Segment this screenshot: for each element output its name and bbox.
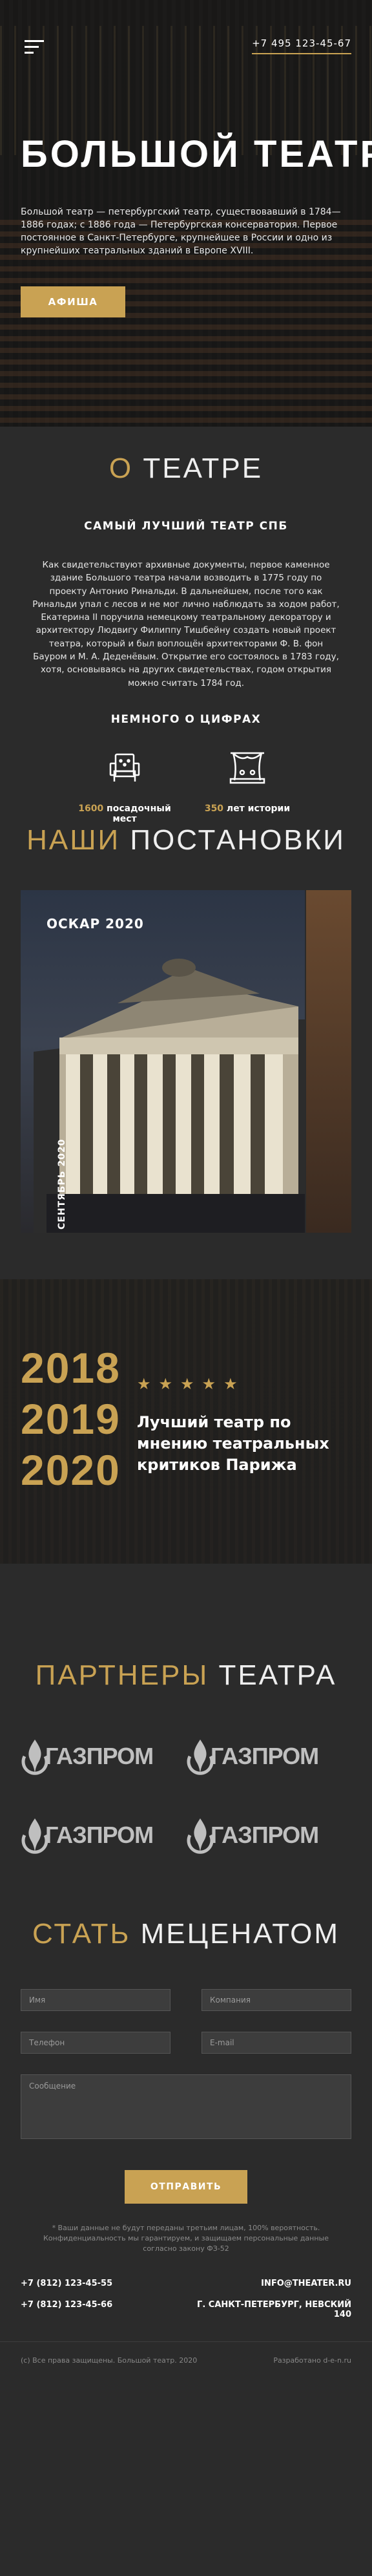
- stat-history-text: лет истории: [223, 803, 291, 814]
- award-year: 2018: [21, 1343, 121, 1392]
- rating-stars: ★★★★★: [137, 1374, 245, 1393]
- patron-title-accent: СТАТЬ: [32, 1917, 131, 1950]
- copyright: (c) Все права защищены. Большой театр. 2…: [21, 2356, 198, 2365]
- award-year: 2019: [21, 1394, 121, 1443]
- partner-logo[interactable]: ГАЗПРОМ: [21, 1816, 186, 1855]
- award-years: 2018 2019 2020: [21, 1343, 121, 1496]
- name-field[interactable]: Имя: [21, 1988, 170, 2011]
- about-title-rest: ТЕАТРЕ: [133, 452, 264, 484]
- developer-link[interactable]: Разработано d-e-n.ru: [273, 2356, 351, 2365]
- partner-logo[interactable]: ГАЗПРОМ: [186, 1816, 351, 1855]
- stats-row: 1600 посадочный мест 350 лет истории: [76, 748, 296, 824]
- productions-title-rest: ПОСТАНОВКИ: [120, 824, 346, 856]
- about-title-accent: О: [108, 452, 134, 484]
- partners-title-rest: ТЕАТРА: [209, 1659, 337, 1691]
- partners-title-accent: ПАРТНЕРЫ: [35, 1659, 209, 1691]
- partner-name: ГАЗПРОМ: [45, 1742, 154, 1769]
- about-title: О ТЕАТРЕ: [0, 452, 372, 485]
- contact-phone-2[interactable]: +7 (812) 123-45-66: [21, 2300, 186, 2319]
- partners-title: ПАРТНЕРЫ ТЕАТРА: [0, 1659, 372, 1692]
- stat-history-value: 350: [204, 803, 224, 814]
- contact-phone-1[interactable]: +7 (812) 123-45-55: [21, 2279, 186, 2288]
- contacts: +7 (812) 123-45-55 INFO@THEATER.RU +7 (8…: [21, 2279, 351, 2319]
- contact-address: Г. САНКТ-ПЕТЕРБУРГ, НЕВСКИЙ 140: [197, 2299, 351, 2319]
- productions-title: НАШИ ПОСТАНОВКИ: [0, 824, 372, 857]
- page-title: БОЛЬШОЙ ТЕАТР: [21, 133, 372, 175]
- menu-icon[interactable]: [25, 40, 44, 54]
- phone-field[interactable]: Телефон: [21, 2031, 170, 2054]
- patron-title: СТАТЬ МЕЦЕНАТОМ: [0, 1918, 372, 1950]
- privacy-disclaimer: * Ваши данные не будут переданы третьим …: [43, 2223, 329, 2253]
- partner-name: ГАЗПРОМ: [211, 1821, 319, 1848]
- partner-name: ГАЗПРОМ: [211, 1742, 319, 1769]
- stat-seats-value: 1600: [78, 803, 104, 814]
- next-production-card[interactable]: [306, 889, 351, 1233]
- about-section: О ТЕАТРЕ САМЫЙ ЛУЧШИЙ ТЕАТР СПБ Как свид…: [0, 427, 372, 857]
- patron-form: Имя Компания Телефон E-mail Сообщение ОТ…: [21, 1988, 351, 2254]
- header-phone-link[interactable]: +7 495 123-45-67: [252, 37, 351, 54]
- form-row: Телефон E-mail: [21, 2031, 351, 2054]
- partner-name: ГАЗПРОМ: [45, 1821, 154, 1848]
- afisha-button[interactable]: АФИША: [21, 286, 125, 317]
- partner-logo[interactable]: ГАЗПРОМ: [21, 1737, 186, 1776]
- company-field[interactable]: Компания: [202, 1988, 351, 2011]
- production-card-date: СЕНТЯБРЬ 2020: [57, 1138, 67, 1229]
- hero-section: +7 495 123-45-67 БОЛЬШОЙ ТЕАТР Большой т…: [0, 0, 372, 427]
- production-card[interactable]: ОСКАР 2020 СЕНТЯБРЬ 2020: [21, 889, 305, 1233]
- stage-icon: [229, 752, 265, 784]
- numbers-title: НЕМНОГО О ЦИФРАХ: [110, 712, 262, 726]
- form-row: Имя Компания: [21, 1988, 351, 2011]
- stat-history: 350 лет истории: [199, 748, 296, 824]
- about-text: Как свидетельствуют архивные документы, …: [32, 560, 340, 688]
- partners-grid: ГАЗПРОМ ГАЗПРОМ ГАЗПРОМ ГАЗПРОМ: [21, 1737, 351, 1855]
- award-section: 2018 2019 2020 ★★★★★ Лучший театр по мне…: [0, 1279, 372, 1564]
- stat-seats: 1600 посадочный мест: [76, 748, 173, 824]
- email-field[interactable]: E-mail: [202, 2031, 351, 2054]
- award-caption: Лучший театр по мнению театральных крити…: [137, 1412, 329, 1474]
- partner-logo[interactable]: ГАЗПРОМ: [186, 1737, 351, 1776]
- submit-wrap: ОТПРАВИТЬ: [21, 2169, 351, 2204]
- production-card-title: ОСКАР 2020: [46, 915, 144, 931]
- armchair-icon: [109, 753, 140, 782]
- stat-seats-label: 1600 посадочный мест: [76, 804, 173, 824]
- footer-divider: [0, 2341, 372, 2342]
- award-year: 2020: [21, 1445, 121, 1494]
- productions-title-accent: НАШИ: [26, 824, 121, 856]
- message-field[interactable]: Сообщение: [21, 2074, 351, 2139]
- about-subtitle: САМЫЙ ЛУЧШИЙ ТЕАТР СПБ: [84, 520, 288, 533]
- patron-title-rest: МЕЦЕНАТОМ: [130, 1917, 340, 1950]
- stat-seats-text: посадочный мест: [103, 803, 171, 824]
- productions-slider[interactable]: ОСКАР 2020 СЕНТЯБРЬ 2020: [0, 889, 372, 1233]
- submit-button[interactable]: ОТПРАВИТЬ: [125, 2169, 247, 2204]
- stat-history-label: 350 лет истории: [199, 804, 296, 814]
- footer: (c) Все права защищены. Большой театр. 2…: [21, 2356, 351, 2384]
- hero-description: Большой театр — петербургский театр, сущ…: [21, 207, 341, 256]
- contact-email[interactable]: INFO@THEATER.RU: [186, 2279, 351, 2288]
